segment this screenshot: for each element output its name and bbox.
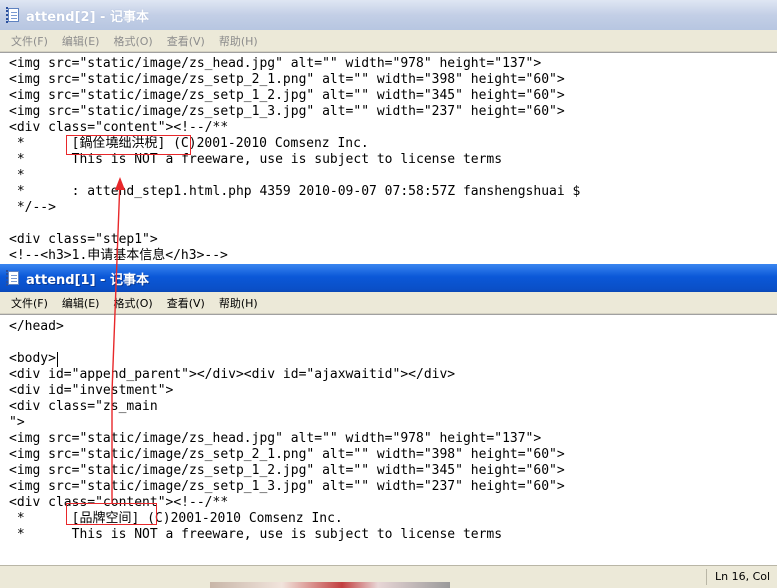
annotation-arrow [111,177,125,503]
background-taskbar-strip [210,582,450,588]
